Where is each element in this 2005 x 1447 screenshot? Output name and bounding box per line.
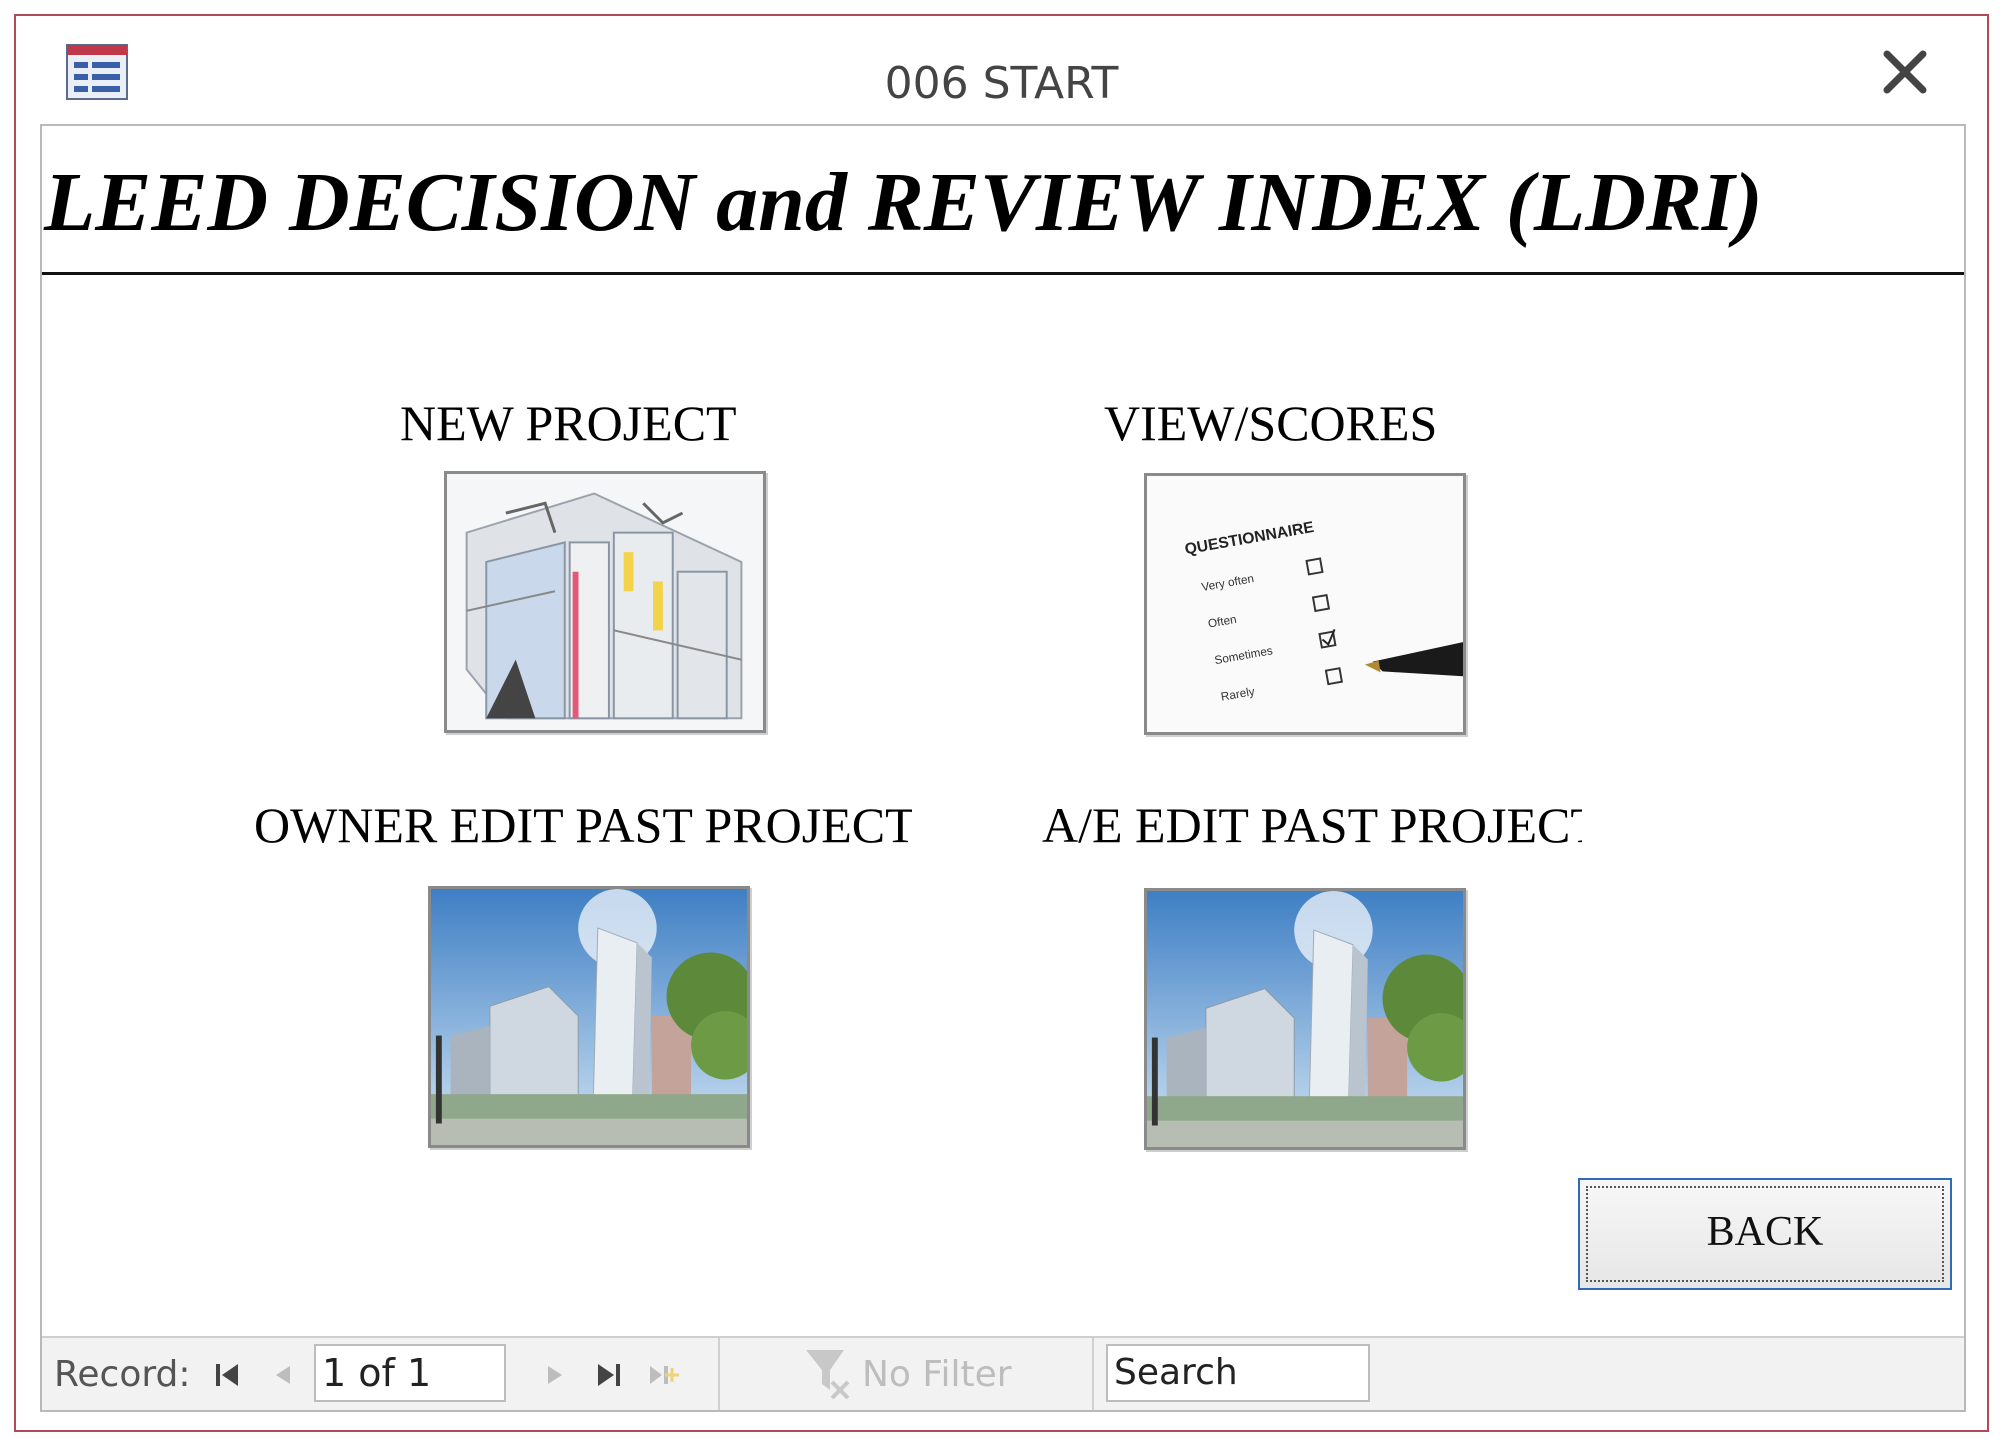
form-body: LEED DECISION and REVIEW INDEX (LDRI) NE… [40,124,1966,1412]
new-record-icon[interactable] [646,1358,680,1392]
window-title: 006 START [884,58,1119,109]
no-filter-label[interactable]: No Filter [862,1354,1012,1395]
first-record-icon[interactable] [210,1358,244,1392]
back-button-label: BACK [1706,1209,1824,1255]
owner-edit-label: OWNER EDIT PAST PROJECT [254,797,912,853]
separator [718,1338,720,1410]
building-model-image [447,474,763,730]
ae-edit-button[interactable] [1144,888,1466,1150]
no-filter-icon [804,1346,852,1402]
back-button[interactable]: BACK [1578,1178,1952,1290]
view-scores-button[interactable]: QUESTIONNAIRE Very often Often Sometimes… [1144,473,1466,735]
questionnaire-image: QUESTIONNAIRE Very often Often Sometimes… [1147,476,1463,732]
view-scores-label: VIEW/SCORES [1104,395,1438,451]
separator [1092,1338,1094,1410]
city-skyline-image [431,889,747,1145]
next-record-icon[interactable] [538,1358,572,1392]
record-navigation-bar: Record: 1 of 1 No Filter Search [42,1336,1964,1410]
record-label: Record: [54,1354,191,1395]
form-title: LEED DECISION and REVIEW INDEX (LDRI) [44,156,1763,249]
ae-edit-label: A/E EDIT PAST PROJECT [1042,797,1582,853]
city-skyline-image [1147,891,1463,1147]
access-form-window: 006 START LEED DECISION and REVIEW INDEX… [14,14,1989,1432]
new-project-label: NEW PROJECT [400,395,737,451]
owner-edit-button[interactable] [428,886,750,1148]
last-record-icon[interactable] [592,1358,626,1392]
close-icon[interactable] [1879,46,1931,98]
form-header: LEED DECISION and REVIEW INDEX (LDRI) [42,126,1964,275]
title-bar: 006 START [16,16,1987,126]
current-record-field[interactable]: 1 of 1 [314,1344,506,1402]
previous-record-icon[interactable] [266,1358,300,1392]
search-input[interactable]: Search [1106,1344,1370,1402]
new-project-button[interactable] [444,471,766,733]
